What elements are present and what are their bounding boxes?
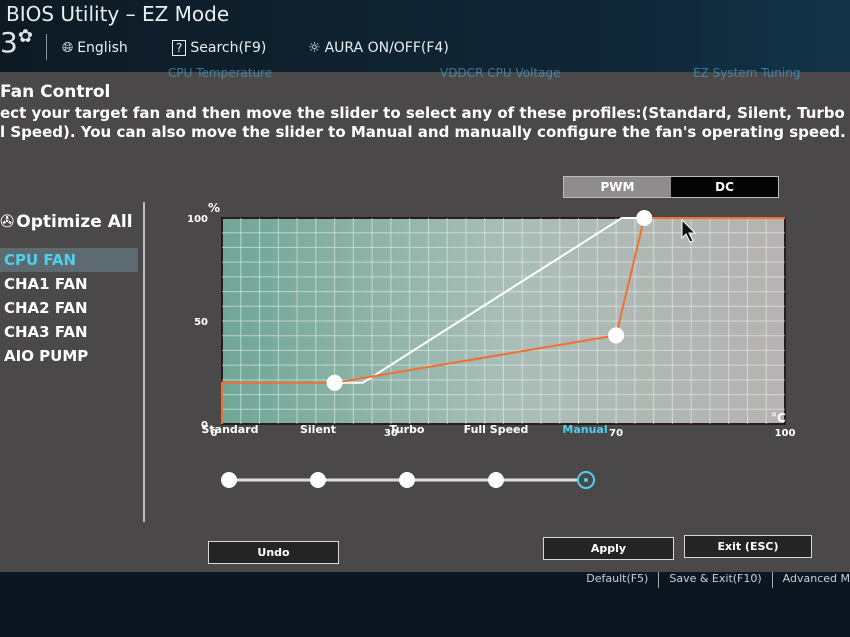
apply-button[interactable]: Apply — [543, 537, 674, 560]
profile-turbo[interactable]: Turbo — [362, 423, 452, 436]
curve-handle[interactable] — [636, 210, 653, 226]
profile-slider-knob — [584, 478, 588, 482]
undo-button[interactable]: Undo — [208, 541, 339, 564]
exit-button[interactable]: Exit (ESC) — [684, 535, 812, 558]
profile-slider-stop[interactable] — [488, 472, 504, 488]
save-exit-button[interactable]: Save & Exit(F10) — [669, 572, 761, 588]
footer: Default(F5) Save & Exit(F10) Advanced M — [586, 572, 850, 588]
y-tick-label: 100 — [187, 214, 208, 225]
divider — [658, 572, 660, 588]
advanced-mode-button[interactable]: Advanced M — [783, 572, 850, 588]
y-axis-label: % — [208, 201, 220, 215]
profile-slider-stop[interactable] — [399, 472, 415, 488]
curve-handle[interactable] — [608, 327, 625, 344]
profile-silent[interactable]: Silent — [273, 423, 363, 436]
x-tick-label: 100 — [775, 428, 796, 439]
divider — [771, 572, 773, 588]
x-axis-label: °C — [771, 411, 786, 425]
profile-slider-stop[interactable] — [221, 472, 237, 488]
profile-full-speed[interactable]: Full Speed — [451, 423, 541, 436]
curve-handle[interactable] — [326, 374, 343, 391]
profile-manual[interactable]: Manual — [540, 423, 630, 436]
default-button[interactable]: Default(F5) — [586, 572, 648, 588]
y-tick-label: 50 — [194, 317, 208, 328]
profile-slider-stop[interactable] — [310, 472, 326, 488]
profile-standard[interactable]: Standard — [185, 423, 275, 436]
